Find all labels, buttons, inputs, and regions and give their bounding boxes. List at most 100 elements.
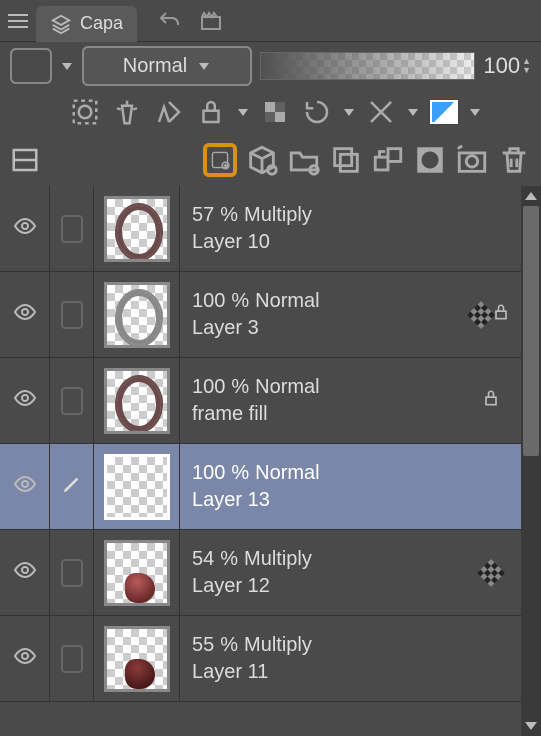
clapperboard-icon[interactable] — [199, 9, 223, 33]
eye-icon — [12, 561, 38, 584]
eye-icon — [12, 647, 38, 670]
visibility-toggle[interactable] — [0, 530, 50, 615]
eye-icon — [12, 475, 38, 498]
percent-sign: % — [231, 290, 249, 313]
visibility-toggle[interactable] — [0, 616, 50, 701]
layer-thumbnail[interactable] — [94, 616, 180, 701]
layer-name: Layer 13 — [192, 489, 461, 512]
eye-icon — [12, 303, 38, 326]
edit-indicator[interactable] — [50, 616, 94, 701]
layer-name: Layer 11 — [192, 661, 461, 684]
mini-box-icon — [61, 559, 83, 587]
reset-dropdown[interactable] — [344, 94, 354, 130]
layer-name: Layer 3 — [192, 317, 461, 340]
panel-layout-icon[interactable] — [10, 145, 40, 175]
chevron-down-icon — [197, 48, 211, 84]
menu-icon[interactable] — [6, 9, 30, 33]
layer-thumbnail[interactable] — [94, 272, 180, 357]
layer-name: frame fill — [192, 403, 461, 426]
lighthouse-icon[interactable] — [112, 97, 142, 127]
fx-dropdown[interactable] — [408, 94, 418, 130]
visibility-toggle[interactable] — [0, 444, 50, 529]
layer-name: Layer 12 — [192, 575, 461, 598]
layer-info: 100%NormalLayer 13 — [180, 444, 461, 529]
delete-layer-icon[interactable] — [497, 143, 531, 177]
visibility-toggle[interactable] — [0, 272, 50, 357]
layer-blend: Multiply — [244, 204, 312, 227]
layer-info: 100% Normal Layer 3 — [180, 272, 461, 357]
layer-row[interactable]: 100% Normal frame fill — [0, 358, 521, 444]
scroll-down-icon[interactable] — [521, 716, 541, 736]
snapshot-apply-icon[interactable] — [455, 143, 489, 177]
percent-sign: % — [231, 376, 249, 399]
edit-indicator[interactable] — [50, 186, 94, 271]
layer-thumbnail[interactable] — [94, 530, 180, 615]
color-dropdown[interactable] — [470, 94, 480, 130]
mini-box-icon — [61, 301, 83, 329]
edit-indicator[interactable] — [50, 272, 94, 357]
blend-mode-dropdown[interactable]: Normal — [82, 46, 252, 86]
fx-clear-icon[interactable] — [366, 97, 396, 127]
layer-blend: Normal — [255, 290, 319, 313]
edit-indicator[interactable] — [50, 358, 94, 443]
scroll-up-icon[interactable] — [521, 186, 541, 206]
mask-dashed-icon[interactable] — [70, 97, 100, 127]
pencil-icon — [61, 473, 83, 500]
opacity-value[interactable]: 100 — [483, 53, 520, 79]
layer-row[interactable]: 100%NormalLayer 13 — [0, 444, 521, 530]
tab-layers[interactable]: Capa — [36, 6, 137, 42]
new-layer-button[interactable] — [203, 143, 237, 177]
edit-indicator[interactable] — [50, 444, 94, 529]
opacity-spinner[interactable]: ▲▼ — [522, 57, 531, 75]
mini-box-icon — [61, 645, 83, 673]
pen-ruler-icon[interactable] — [154, 97, 184, 127]
opacity-slider[interactable] — [260, 52, 475, 80]
percent-sign: % — [231, 462, 249, 485]
layer-info: 54%MultiplyLayer 12 — [180, 530, 461, 615]
transfer-layer-icon[interactable] — [371, 143, 405, 177]
layer-info: 57% Multiply Layer 10 — [180, 186, 461, 271]
new-3d-layer-icon[interactable] — [245, 143, 279, 177]
layer-thumbnail[interactable] — [94, 186, 180, 271]
lock-dropdown[interactable] — [238, 94, 248, 130]
layer-type-swatch[interactable] — [10, 48, 52, 84]
layer-info: 100% Normal frame fill — [180, 358, 461, 443]
checker-badge-icon — [477, 558, 505, 586]
layer-type-dropdown[interactable] — [60, 48, 74, 84]
eye-icon — [12, 389, 38, 412]
percent-sign: % — [220, 634, 238, 657]
layer-row[interactable]: 54%MultiplyLayer 12 — [0, 530, 521, 616]
mask-layer-icon[interactable] — [413, 143, 447, 177]
layer-thumbnail[interactable] — [94, 358, 180, 443]
layer-row[interactable]: 57% Multiply Layer 10 — [0, 186, 521, 272]
layer-blend: Multiply — [244, 548, 312, 571]
layer-info: 55%MultiplyLayer 11 — [180, 616, 461, 701]
undo-icon[interactable] — [157, 9, 181, 33]
layer-opacity: 54 — [192, 548, 214, 571]
layer-row[interactable]: 55%MultiplyLayer 11 — [0, 616, 521, 702]
edit-indicator[interactable] — [50, 530, 94, 615]
checker-mask-icon[interactable] — [260, 97, 290, 127]
layer-blend: Normal — [255, 376, 319, 399]
reset-icon[interactable] — [302, 97, 332, 127]
new-folder-icon[interactable] — [287, 143, 321, 177]
layer-opacity: 100 — [192, 376, 225, 399]
scroll-thumb[interactable] — [523, 206, 539, 456]
layer-opacity: 57 — [192, 204, 214, 227]
color-swatch[interactable] — [430, 100, 458, 124]
visibility-toggle[interactable] — [0, 186, 50, 271]
layer-blend: Multiply — [244, 634, 312, 657]
visibility-toggle[interactable] — [0, 358, 50, 443]
layer-thumbnail[interactable] — [94, 444, 180, 529]
layer-opacity: 100 — [192, 462, 225, 485]
scrollbar[interactable] — [521, 186, 541, 736]
layer-opacity: 100 — [192, 290, 225, 313]
blend-mode-label: Normal — [123, 55, 187, 78]
mini-box-icon — [61, 215, 83, 243]
layer-name: Layer 10 — [192, 231, 461, 254]
duplicate-overlap-icon[interactable] — [329, 143, 363, 177]
lock-icon[interactable] — [196, 97, 226, 127]
layers-stack-icon — [50, 13, 72, 35]
layer-row[interactable]: 100% Normal Layer 3 — [0, 272, 521, 358]
percent-sign: % — [220, 204, 238, 227]
